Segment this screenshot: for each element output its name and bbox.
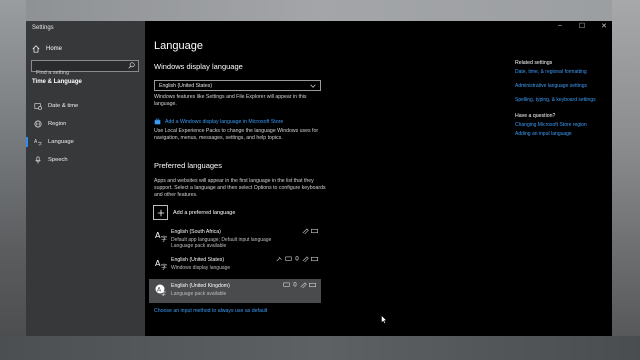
language-status: Default app language; Default input lang… bbox=[171, 237, 272, 249]
language-name: English (United States) bbox=[171, 257, 225, 263]
sidebar-item-language[interactable]: A字 Language bbox=[26, 133, 145, 151]
language-download-icon: A字 bbox=[155, 284, 167, 296]
language-features bbox=[283, 282, 316, 288]
microphone-icon bbox=[294, 256, 300, 262]
language-status: Language pack available bbox=[171, 291, 227, 297]
language-icon: A字 bbox=[155, 230, 167, 242]
desktop-background-top bbox=[0, 0, 640, 21]
related-link-keyboard-settings[interactable]: Spelling, typing, & keyboard settings bbox=[515, 97, 610, 103]
sidebar-item-date-time[interactable]: Date & time bbox=[26, 97, 145, 115]
mouse-cursor-icon bbox=[381, 311, 388, 329]
display-language-heading: Windows display language bbox=[154, 62, 243, 71]
display-language-dropdown[interactable]: English (United States) bbox=[154, 80, 321, 91]
preferred-description: Apps and websites will appear in the fir… bbox=[154, 178, 326, 198]
language-row-en-gb[interactable]: A字 English (United Kingdom) Language pac… bbox=[149, 279, 321, 303]
sidebar-item-label: Date & time bbox=[48, 103, 79, 109]
sidebar: Settings Home Time & Language Date & tim… bbox=[26, 21, 145, 336]
speech-icon bbox=[276, 256, 283, 262]
lxp-description: Use Local Experience Packs to change the… bbox=[154, 128, 319, 141]
desktop-background-bottom bbox=[0, 336, 640, 360]
related-settings-heading: Related settings bbox=[515, 60, 553, 66]
page-title: Language bbox=[154, 40, 203, 52]
settings-window: Settings Home Time & Language Date & tim… bbox=[26, 21, 612, 336]
help-link-input-language[interactable]: Adding an input language bbox=[515, 131, 610, 137]
globe-icon bbox=[34, 120, 42, 128]
add-language-label: Add a preferred language bbox=[173, 209, 236, 216]
help-link-store-region[interactable]: Changing Microsoft Store region bbox=[515, 122, 610, 128]
language-icon: A字 bbox=[34, 138, 42, 146]
microphone-icon bbox=[292, 282, 298, 288]
sidebar-item-label: Language bbox=[48, 139, 74, 145]
section-title: Time & Language bbox=[32, 79, 82, 85]
sidebar-item-speech[interactable]: Speech bbox=[26, 151, 145, 169]
home-icon bbox=[32, 45, 40, 53]
calendar-clock-icon bbox=[34, 102, 42, 110]
related-link-regional-formatting[interactable]: Date, time, & regional formatting bbox=[515, 69, 610, 75]
search-icon[interactable] bbox=[128, 62, 135, 69]
keyboard-icon bbox=[309, 282, 316, 288]
svg-text:字: 字 bbox=[161, 235, 167, 242]
search-input[interactable] bbox=[32, 68, 126, 78]
edit-icon bbox=[302, 256, 309, 262]
microphone-icon bbox=[34, 156, 42, 164]
svg-text:字: 字 bbox=[38, 140, 42, 146]
keyboard-icon bbox=[311, 256, 318, 262]
svg-text:字: 字 bbox=[161, 291, 166, 297]
language-row-en-za[interactable]: A字 English (South Africa) Default app la… bbox=[149, 225, 321, 249]
chevron-down-icon bbox=[310, 83, 316, 89]
default-input-method-link[interactable]: Choose an input method to always use as … bbox=[154, 308, 267, 314]
related-link-admin-language[interactable]: Administrative language settings bbox=[515, 83, 610, 89]
desktop-background-right bbox=[612, 0, 640, 360]
svg-text:字: 字 bbox=[161, 263, 167, 270]
sidebar-nav: Date & time Region A字 Language Speech bbox=[26, 97, 145, 169]
store-icon bbox=[154, 118, 161, 125]
language-icon: A字 bbox=[155, 258, 167, 270]
desktop-background-left bbox=[0, 0, 26, 360]
plus-icon bbox=[153, 205, 168, 220]
display-icon bbox=[283, 282, 290, 288]
sidebar-item-region[interactable]: Region bbox=[26, 115, 145, 133]
sidebar-item-label: Region bbox=[48, 121, 67, 127]
edit-icon bbox=[302, 228, 309, 234]
display-icon bbox=[285, 256, 292, 262]
language-name: English (South Africa) bbox=[171, 229, 221, 235]
add-language-button[interactable]: Add a preferred language bbox=[153, 205, 235, 220]
keyboard-icon bbox=[311, 228, 318, 234]
language-features bbox=[276, 256, 318, 262]
dropdown-value: English (United States) bbox=[159, 82, 213, 89]
search-box[interactable] bbox=[31, 60, 139, 78]
language-name: English (United Kingdom) bbox=[171, 283, 230, 289]
language-status: Windows display language bbox=[171, 265, 231, 271]
window-title: Settings bbox=[32, 25, 54, 31]
store-link[interactable]: Add a Windows display language in Micros… bbox=[154, 118, 283, 125]
language-row-en-us[interactable]: A字 English (United States) Windows displ… bbox=[149, 253, 321, 277]
sidebar-item-label: Speech bbox=[48, 157, 68, 163]
language-features bbox=[302, 228, 318, 234]
home-label: Home bbox=[46, 46, 63, 52]
store-link-label: Add a Windows display language in Micros… bbox=[165, 118, 284, 125]
edit-icon bbox=[300, 282, 307, 288]
home-nav-item[interactable]: Home bbox=[32, 43, 140, 55]
right-panel: Related settings Date, time, & regional … bbox=[515, 60, 610, 145]
help-heading: Have a question? bbox=[515, 113, 556, 119]
display-language-description: Windows features like Settings and File … bbox=[154, 94, 307, 107]
preferred-languages-heading: Preferred languages bbox=[154, 161, 222, 170]
